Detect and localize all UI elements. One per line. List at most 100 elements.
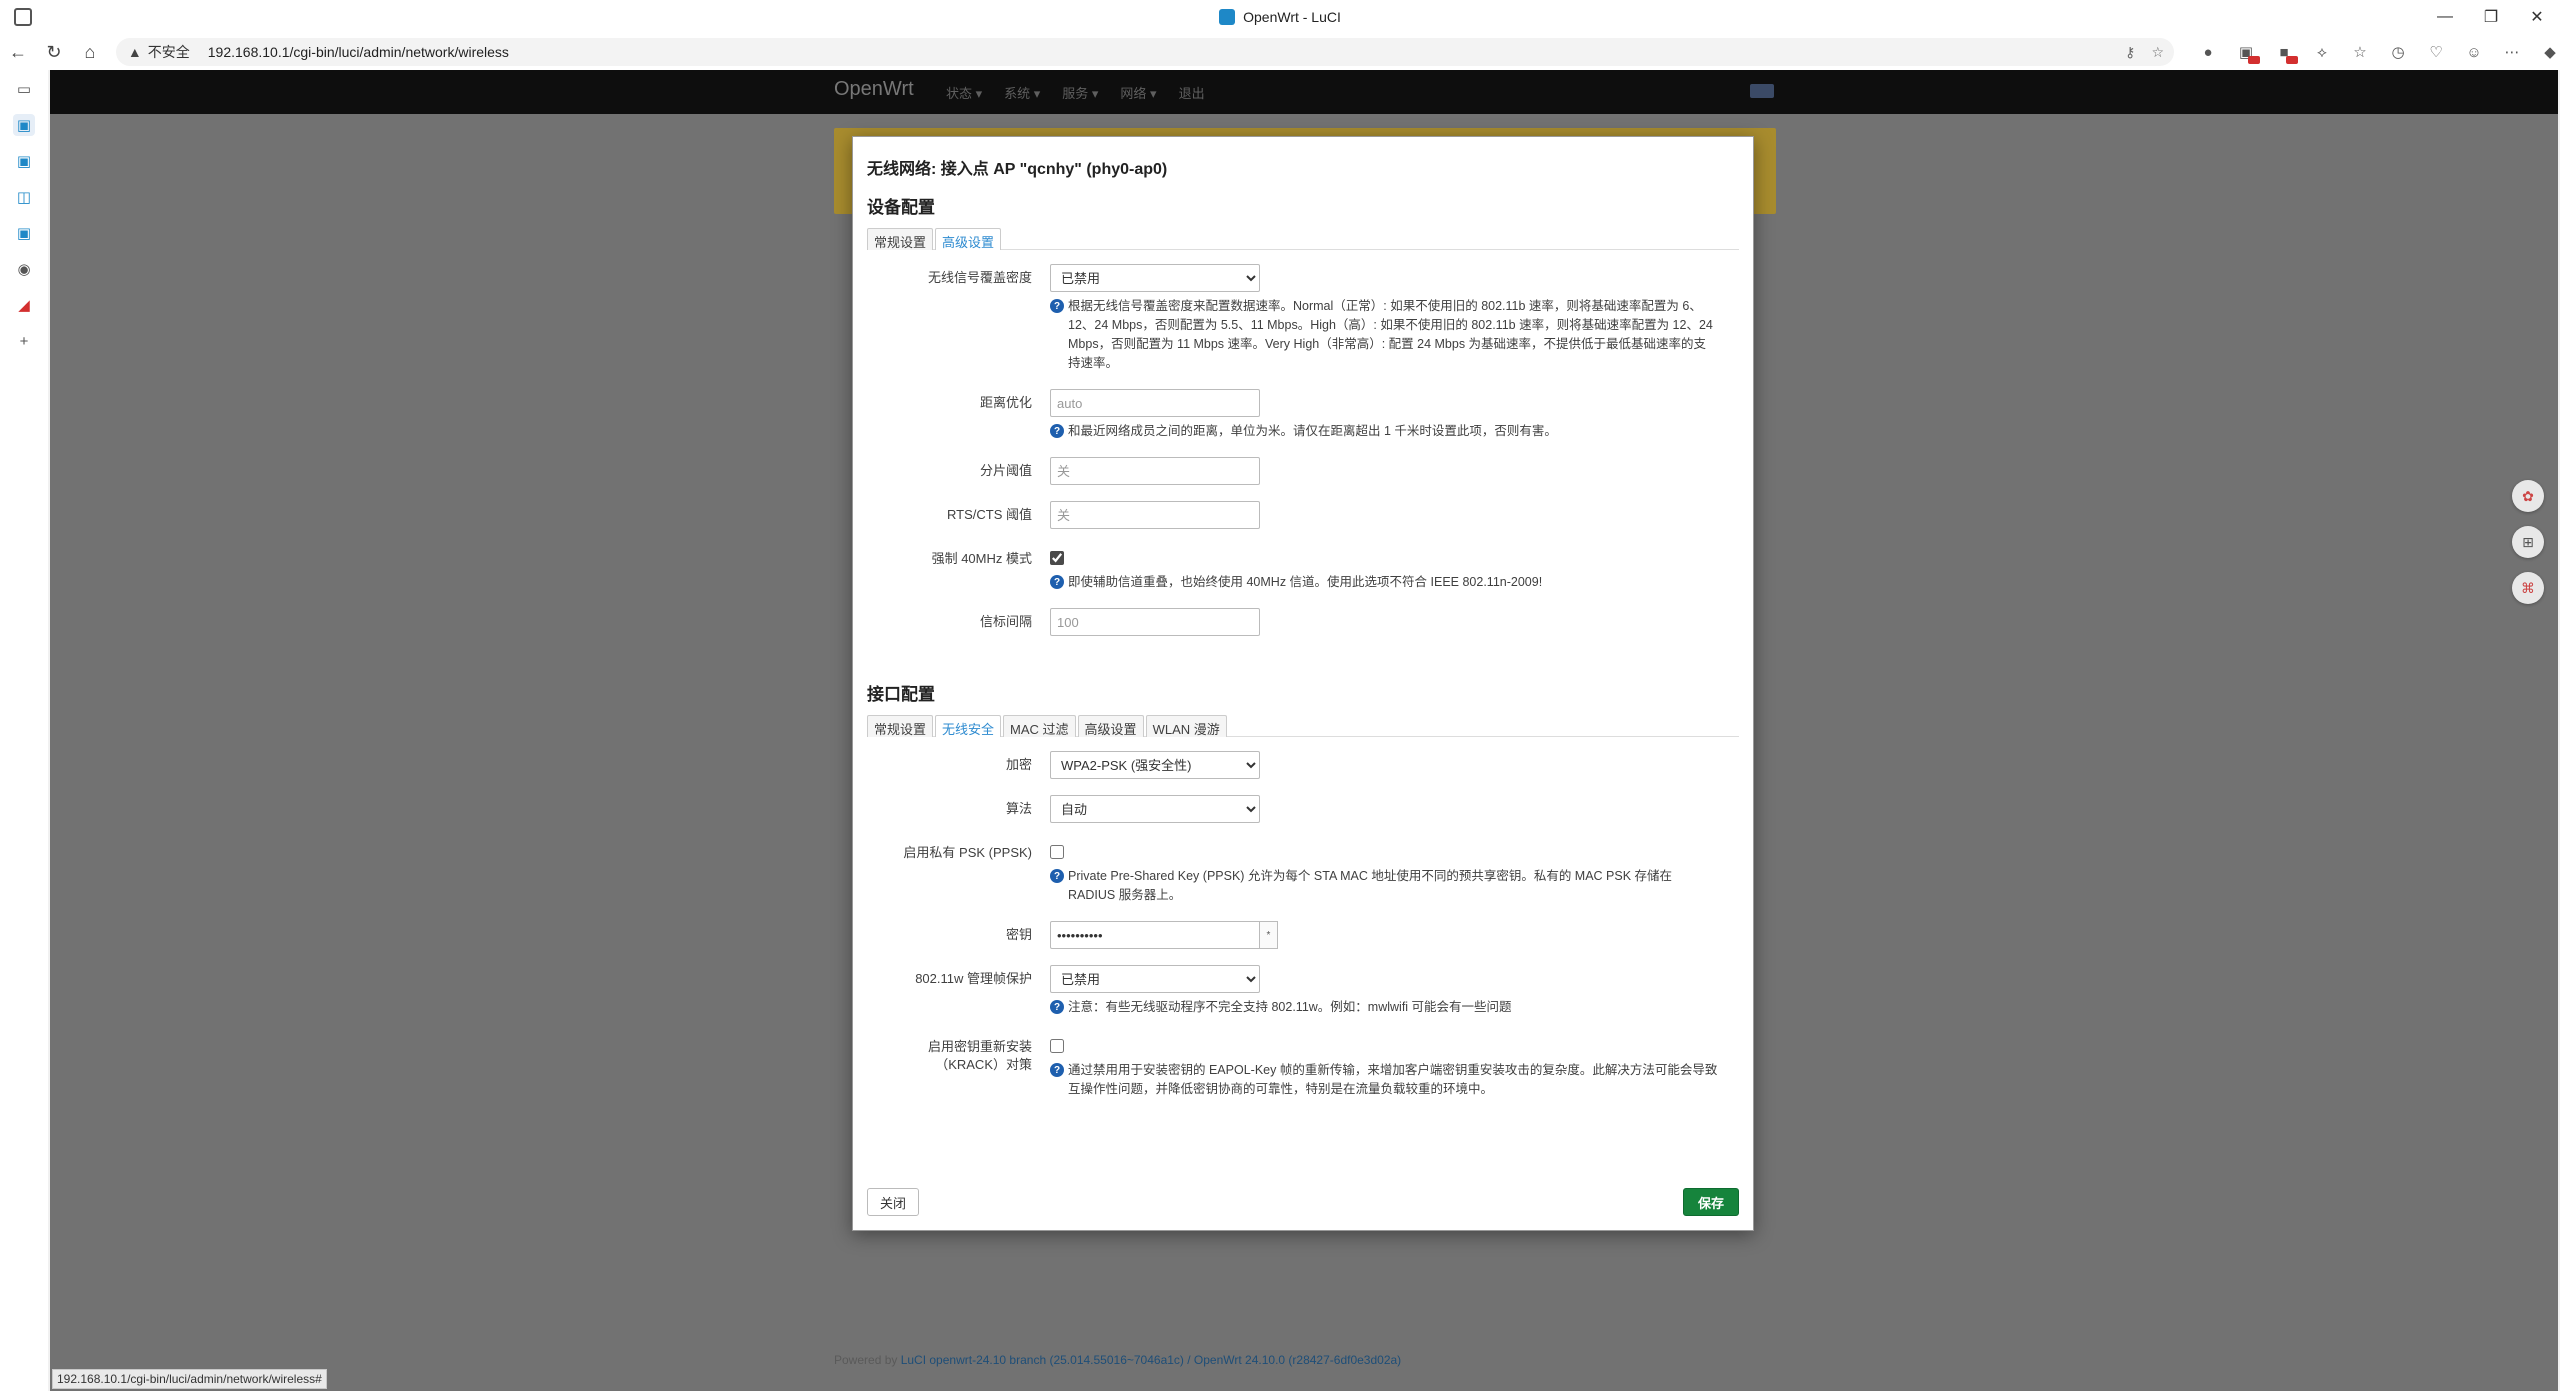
device-config-tabs: 常规设置 高级设置 (867, 228, 1739, 250)
browser-titlebar: OpenWrt - LuCI — ❐ ✕ (0, 0, 2560, 34)
frag-label: 分片阈值 (979, 463, 1032, 478)
ieee80211w-select[interactable]: 已禁用 (1050, 965, 1260, 993)
tab-openwrt-2-icon[interactable]: ▣ (13, 222, 35, 244)
krack-checkbox[interactable] (1050, 1039, 1064, 1053)
footer-link[interactable]: LuCI openwrt-24.10 branch (25.014.55016~… (901, 1353, 1401, 1367)
address-bar[interactable]: ▲ 不安全 192.168.10.1/cgi-bin/luci/admin/ne… (115, 38, 2174, 66)
coverage-select[interactable]: 已禁用 (1050, 264, 1260, 292)
help-icon: ? (1050, 1000, 1064, 1014)
copilot-icon[interactable]: ◆ (2540, 42, 2560, 62)
key-icon[interactable]: ⚷ (2125, 44, 2135, 61)
distance-input[interactable] (1050, 389, 1260, 417)
device-tab-general[interactable]: 常规设置 (867, 228, 934, 250)
ppsk-row: 启用私有 PSK (PPSK) ? Private Pre-Shared Key … (867, 839, 1739, 905)
device-tab-advanced[interactable]: 高级设置 (935, 228, 1002, 250)
new-tab-icon[interactable]: + (13, 330, 35, 352)
modal-buttons: 关闭 保存 (867, 1188, 1739, 1216)
rts-input[interactable] (1050, 501, 1260, 529)
iface-tab-roaming[interactable]: WLAN 漫游 (1145, 715, 1227, 737)
translate-widget-icon[interactable]: ⌘ (2512, 572, 2544, 604)
luci-brand[interactable]: OpenWrt (834, 78, 914, 101)
more-menu-icon[interactable]: ⋯ (2502, 42, 2522, 62)
vertical-tab-bar: ▭ ▣ ▣ ◫ ▣ ◉ ◢ + (0, 70, 48, 1391)
extension-icons: ● ▣ ■ ⟡ ☆ ◷ ♡ ☺ ⋯ ◆ (2198, 42, 2560, 64)
maximize-icon[interactable]: ❐ (2468, 0, 2514, 34)
minimize-icon[interactable]: — (2422, 0, 2468, 34)
krack-label: 启用密钥重新安装（KRACK）对策 (927, 1039, 1032, 1072)
apps-widget-icon[interactable]: ⊞ (2512, 526, 2544, 558)
rts-row: RTS/CTS 阈值 (867, 501, 1739, 529)
beacon-input[interactable] (1050, 608, 1260, 636)
ieee80211w-help: 注意：有些无线驱动程序不完全支持 802.11w。例如：mwlwifi 可能会有… (1068, 1000, 1512, 1014)
distance-help: 和最近网络成员之间的距离，单位为米。请仅在距离超出 1 千米时设置此项，否则有害… (1068, 424, 1557, 438)
tab-translate-icon[interactable]: ◫ (13, 186, 35, 208)
back-icon[interactable]: ← (0, 34, 36, 70)
tab-overview-icon[interactable]: ▭ (13, 78, 35, 100)
menu-logout[interactable]: 退出 (1179, 83, 1205, 102)
extension-puzzle-icon[interactable]: ⟡ (2312, 42, 2332, 62)
iface-tab-mac-filter[interactable]: MAC 过滤 (1003, 715, 1076, 737)
help-icon: ? (1050, 1063, 1064, 1077)
force40-help: 即使辅助信道重叠，也始终使用 40MHz 信道。使用此选项不符合 IEEE 80… (1068, 575, 1543, 589)
cipher-select[interactable]: 自动 (1050, 795, 1260, 823)
beacon-row: 信标间隔 (867, 608, 1739, 636)
extension-circle-icon[interactable]: ● (2198, 42, 2218, 62)
window-title: OpenWrt - LuCI (1219, 9, 1341, 25)
address-bar-icons: ⚷ ☆ (2125, 44, 2164, 61)
encryption-select[interactable]: WPA2-PSK (强安全性) (1050, 751, 1260, 779)
help-icon: ? (1050, 869, 1064, 883)
window-controls: — ❐ ✕ (2422, 0, 2560, 34)
force40-checkbox[interactable] (1050, 551, 1064, 565)
history-icon[interactable]: ◷ (2388, 42, 2408, 62)
close-button[interactable]: 关闭 (867, 1188, 920, 1216)
menu-status[interactable]: 状态 ▾ (946, 83, 982, 102)
close-window-icon[interactable]: ✕ (2514, 0, 2560, 34)
reload-icon[interactable]: ↻ (36, 34, 72, 70)
frag-input[interactable] (1050, 457, 1260, 485)
force40-row: 强制 40MHz 模式 ? 即使辅助信道重叠，也始终使用 40MHz 信道。使用此… (867, 545, 1739, 592)
menu-services[interactable]: 服务 ▾ (1062, 83, 1098, 102)
tab-chrome-icon[interactable]: ◉ (13, 258, 35, 280)
reveal-password-icon[interactable]: * (1260, 921, 1278, 949)
favorite-star-icon[interactable]: ☆ (2151, 44, 2164, 61)
extension-badge-icon[interactable]: ▣ (2236, 42, 2260, 64)
ppsk-checkbox[interactable] (1050, 845, 1064, 859)
luci-top-nav: OpenWrt 状态 ▾ 系统 ▾ 服务 ▾ 网络 ▾ 退出 (50, 70, 2558, 114)
tab-router-icon[interactable]: ◢ (13, 294, 35, 316)
menu-network[interactable]: 网络 ▾ (1120, 83, 1156, 102)
cipher-row: 算法 自动 (867, 795, 1739, 823)
tab-openwrt-active-icon[interactable]: ▣ (13, 114, 35, 136)
cipher-label: 算法 (1005, 801, 1032, 816)
ieee80211w-row: 802.11w 管理帧保护 已禁用 ? 注意：有些无线驱动程序不完全支持 802.… (867, 965, 1739, 1017)
krack-help: 通过禁用用于安装密钥的 EAPOL-Key 帧的重新传输，来增加客户端密钥重安装… (1068, 1063, 1718, 1096)
side-widgets: ✿ ⊞ ⌘ (2512, 480, 2544, 604)
distance-row: 距离优化 ? 和最近网络成员之间的距离，单位为米。请仅在距离超出 1 千米时设置此… (867, 389, 1739, 441)
iface-tab-advanced[interactable]: 高级设置 (1077, 715, 1144, 737)
url-text[interactable]: 192.168.10.1/cgi-bin/luci/admin/network/… (208, 44, 509, 60)
insecure-label: 不安全 (147, 44, 190, 60)
wireless-config-modal: 无线网络: 接入点 AP "qcnhy" (phy0-ap0) 设备配置 常规设… (852, 136, 1754, 1231)
coverage-row: 无线信号覆盖密度 已禁用 ? 根据无线信号覆盖密度来配置数据速率。Normal（正… (867, 264, 1739, 373)
coverage-help: 根据无线信号覆盖密度来配置数据速率。Normal（正常）: 如果不使用旧的 80… (1068, 299, 1713, 370)
krack-row: 启用密钥重新安装（KRACK）对策 ? 通过禁用用于安装密钥的 EAPOL-Key… (867, 1033, 1739, 1099)
help-icon: ? (1050, 299, 1064, 313)
gift-widget-icon[interactable]: ✿ (2512, 480, 2544, 512)
tab-actions-icon[interactable] (14, 8, 32, 26)
tab-openwrt-icon[interactable]: ▣ (13, 150, 35, 172)
extension-dark-icon[interactable]: ■ (2274, 42, 2298, 64)
favorites-icon[interactable]: ☆ (2350, 42, 2370, 62)
performance-icon[interactable]: ♡ (2426, 42, 2446, 62)
iface-tab-general[interactable]: 常规设置 (867, 715, 934, 737)
iface-tab-security[interactable]: 无线安全 (935, 715, 1002, 737)
profile-icon[interactable]: ☺ (2464, 42, 2484, 62)
home-icon[interactable]: ⌂ (72, 34, 108, 70)
device-config-heading: 设备配置 (867, 198, 935, 217)
luci-menu: 状态 ▾ 系统 ▾ 服务 ▾ 网络 ▾ 退出 (946, 83, 1205, 102)
key-input[interactable] (1050, 921, 1260, 949)
encryption-label: 加密 (1005, 757, 1032, 772)
nav-indicator-badge (1750, 84, 1774, 98)
menu-system[interactable]: 系统 ▾ (1004, 83, 1040, 102)
save-button[interactable]: 保存 (1682, 1188, 1739, 1216)
interface-config-heading: 接口配置 (867, 685, 935, 704)
interface-config-tabs: 常规设置 无线安全 MAC 过滤 高级设置 WLAN 漫游 (867, 715, 1739, 737)
